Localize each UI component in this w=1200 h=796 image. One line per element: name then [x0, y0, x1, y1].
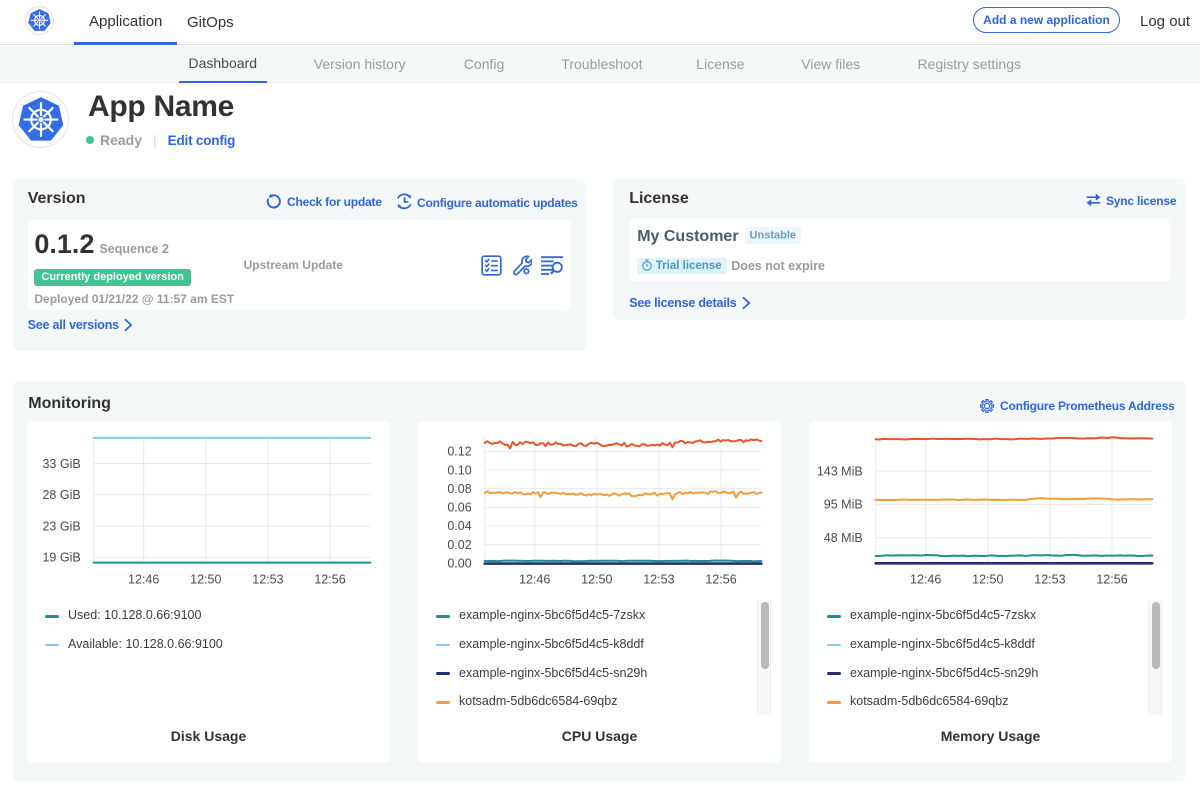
svg-text:12:50: 12:50: [581, 572, 612, 586]
svg-text:12:46: 12:46: [128, 572, 159, 586]
svg-text:12:46: 12:46: [910, 572, 941, 586]
svg-text:12:56: 12:56: [705, 572, 736, 586]
svg-text:143 MiB: 143 MiB: [817, 464, 863, 478]
svg-text:0.02: 0.02: [447, 537, 471, 551]
svg-text:12:56: 12:56: [1096, 572, 1127, 586]
svg-text:28 GiB: 28 GiB: [42, 488, 80, 502]
svg-text:0.06: 0.06: [447, 500, 471, 514]
svg-text:95 MiB: 95 MiB: [824, 497, 863, 511]
svg-text:0.12: 0.12: [447, 444, 471, 458]
svg-text:0.08: 0.08: [447, 482, 471, 496]
svg-text:12:50: 12:50: [972, 572, 1003, 586]
svg-text:0.10: 0.10: [447, 463, 471, 477]
svg-text:33 GiB: 33 GiB: [42, 456, 80, 470]
svg-text:19 GiB: 19 GiB: [42, 550, 80, 564]
svg-text:12:53: 12:53: [1034, 572, 1065, 586]
svg-text:48 MiB: 48 MiB: [824, 531, 863, 545]
svg-text:12:50: 12:50: [190, 572, 221, 586]
svg-text:23 GiB: 23 GiB: [42, 519, 80, 533]
svg-text:0.00: 0.00: [447, 556, 471, 570]
svg-text:12:56: 12:56: [314, 572, 345, 586]
svg-text:12:53: 12:53: [643, 572, 674, 586]
svg-text:12:46: 12:46: [519, 572, 550, 586]
svg-text:12:53: 12:53: [252, 572, 283, 586]
svg-text:0.04: 0.04: [447, 519, 471, 533]
